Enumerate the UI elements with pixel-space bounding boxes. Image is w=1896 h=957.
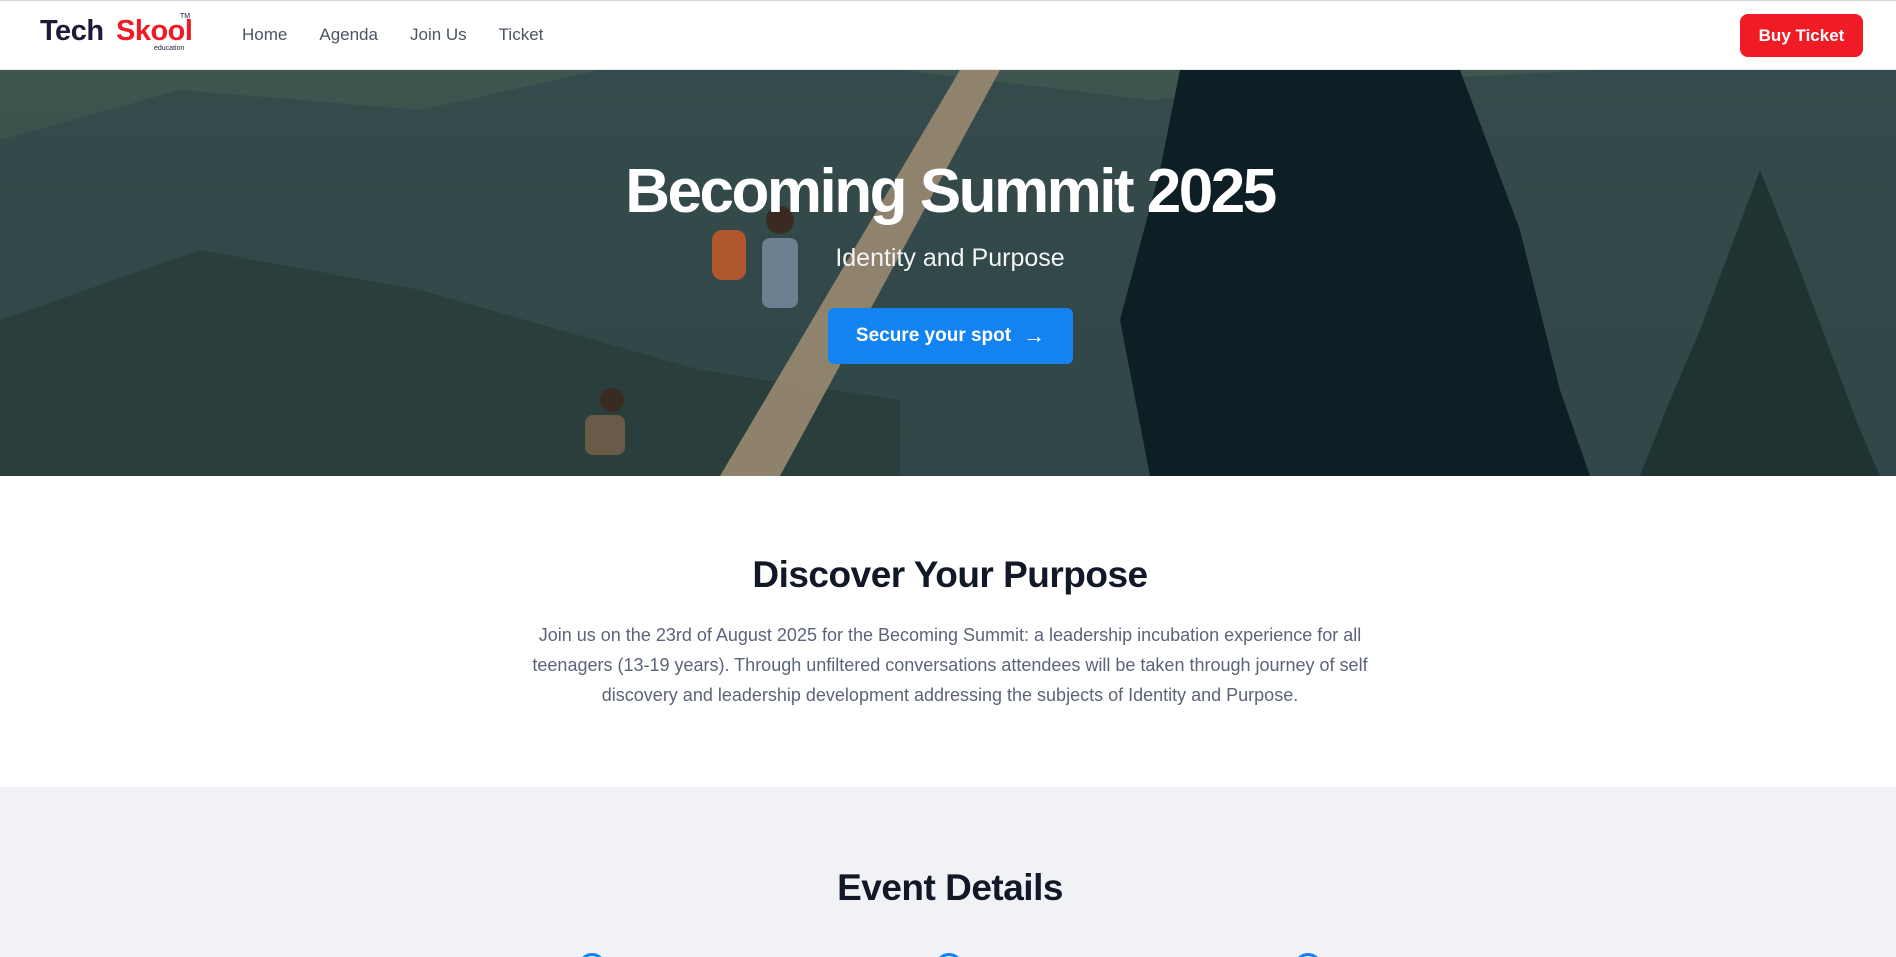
techskool-logo[interactable]: Tech Skool TM education <box>40 13 200 55</box>
arrow-right-icon: → <box>1023 323 1046 348</box>
discover-title: Discover Your Purpose <box>752 554 1148 595</box>
secure-your-spot-button[interactable]: Secure your spot → <box>828 308 1073 364</box>
event-detail-icon <box>578 953 606 957</box>
cta-label: Secure your spot <box>855 325 1012 346</box>
logo-trademark: TM <box>180 13 191 20</box>
nav-link-home[interactable]: Home <box>242 24 287 46</box>
event-detail-icon <box>1294 953 1322 957</box>
event-details-section: Event Details <box>0 787 1896 957</box>
event-detail-icon <box>935 953 963 957</box>
hero-title: Becoming Summit 2025 <box>625 157 1277 226</box>
logo-education-text: education <box>154 45 185 52</box>
discover-section: Discover Your Purpose Join us on the 23r… <box>0 476 1896 787</box>
hero-section: Becoming Summit 2025 Identity and Purpos… <box>0 70 1896 476</box>
discover-description: Join us on the 23rd of August 2025 for t… <box>532 625 1368 705</box>
hero-subtitle: Identity and Purpose <box>835 244 1065 272</box>
main-nav: Home Agenda Join Us Ticket <box>242 24 575 46</box>
navbar: Tech Skool TM education Home Agenda Join… <box>0 0 1896 70</box>
nav-link-join-us[interactable]: Join Us <box>410 24 467 46</box>
logo-tech-text: Tech <box>40 15 104 47</box>
nav-link-ticket[interactable]: Ticket <box>499 24 544 46</box>
buy-ticket-button[interactable]: Buy Ticket <box>1740 14 1863 57</box>
event-details-title: Event Details <box>837 867 1063 908</box>
nav-link-agenda[interactable]: Agenda <box>319 24 378 46</box>
hero-background-image <box>0 70 1896 476</box>
